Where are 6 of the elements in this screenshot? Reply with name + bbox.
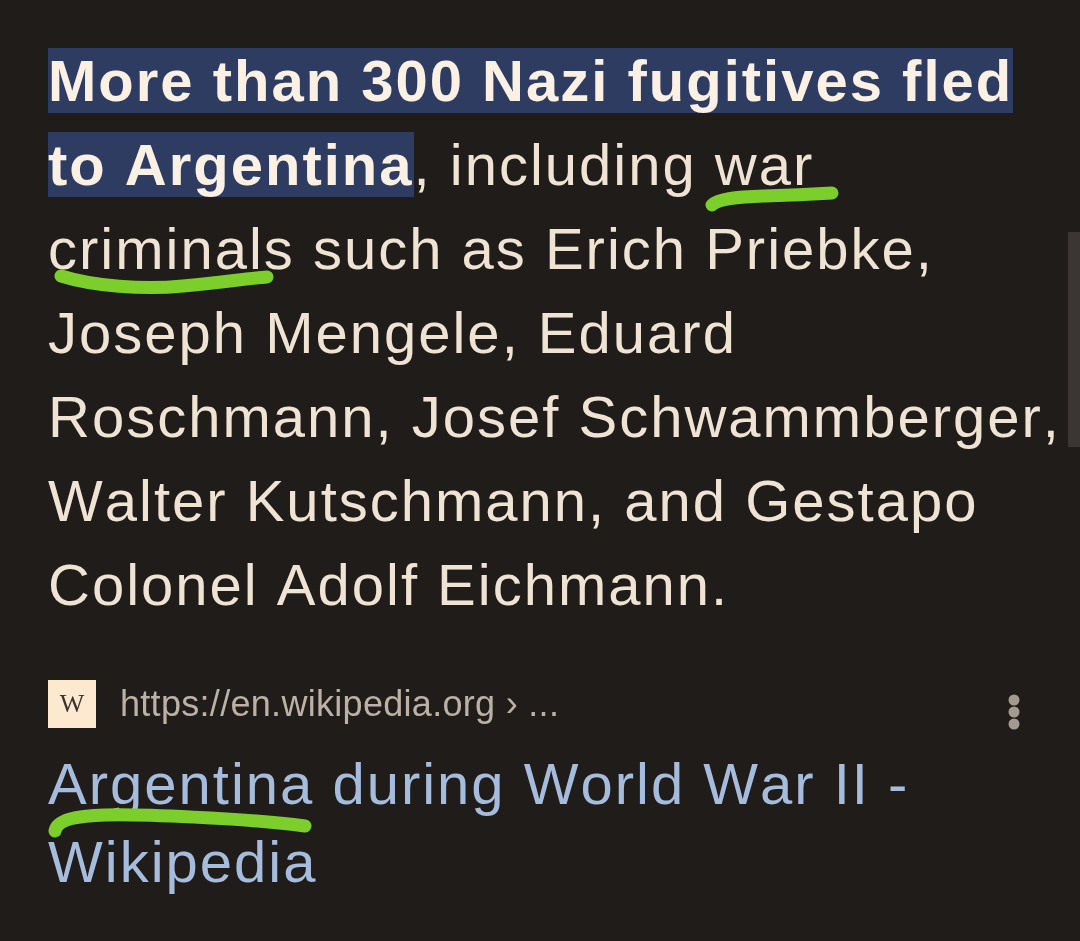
result-url: https://en.wikipedia.org › ... — [120, 682, 560, 726]
more-vertical-icon — [1008, 694, 1020, 730]
snippet-text: More than 300 Nazi fugitives fled to Argentina, including war criminals such as Erich Priebke, Joseph Mengele, Eduard Roschmann, Josef Schwammberger, Walter Kutschmann, and Gestapo Colonel Adolf Eichmann. — [48, 47, 1062, 619]
result-title-link[interactable]: Argentina during World War II - Wikipedia — [48, 745, 1071, 901]
marker-underline-icon — [704, 185, 840, 213]
site-favicon-icon: W — [48, 680, 96, 728]
